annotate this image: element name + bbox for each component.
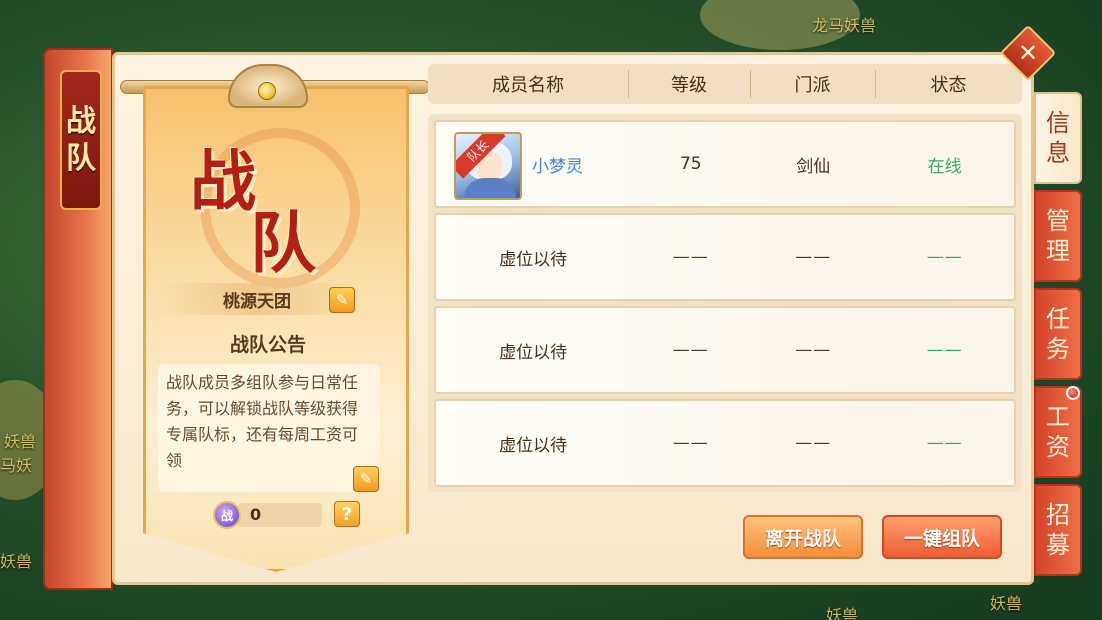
leave-team-button[interactable]: 离开战队 bbox=[743, 515, 863, 559]
tab-tasks-char: 务 bbox=[1046, 335, 1070, 363]
member-level: —— bbox=[672, 433, 709, 453]
banner-title-char: 战 bbox=[190, 142, 256, 220]
bg-monster-label: 马妖 bbox=[0, 456, 33, 475]
member-status: —— bbox=[926, 433, 963, 453]
member-name[interactable]: 小梦灵 bbox=[532, 122, 583, 206]
coin-icon-label: 战 bbox=[220, 508, 233, 523]
edit-team-name-button[interactable]: ✎ bbox=[329, 287, 355, 313]
tab-info[interactable]: 信 息 bbox=[1034, 92, 1082, 184]
edit-notice-button[interactable]: ✎ bbox=[353, 466, 379, 492]
member-table-header: 成员名称 等级 门派 状态 bbox=[428, 64, 1022, 104]
member-level: 75 bbox=[679, 154, 702, 174]
header-level: 等级 bbox=[628, 64, 750, 104]
help-icon: ? bbox=[341, 503, 353, 525]
tab-recruit-char: 招 bbox=[1046, 501, 1070, 529]
tab-salary-char: 工 bbox=[1046, 403, 1070, 431]
tab-manage[interactable]: 管 理 bbox=[1034, 190, 1082, 282]
member-row-empty[interactable]: 虚位以待 —— —— —— bbox=[434, 213, 1016, 301]
team-tab-label: 战 队 bbox=[60, 70, 102, 210]
member-level: —— bbox=[672, 247, 709, 267]
notice-title: 战队公告 bbox=[229, 334, 306, 356]
notification-dot bbox=[1066, 386, 1080, 400]
edit-icon: ✎ bbox=[359, 470, 373, 488]
empty-slot-label: 虚位以待 bbox=[499, 435, 568, 456]
avatar[interactable]: 队长 bbox=[454, 132, 522, 200]
member-school: —— bbox=[795, 247, 832, 267]
member-level: —— bbox=[672, 340, 709, 360]
tab-recruit-char: 募 bbox=[1046, 531, 1070, 559]
member-row[interactable]: 队长 小梦灵 75 剑仙 在线 bbox=[434, 120, 1016, 208]
member-status: —— bbox=[926, 340, 963, 360]
coin-icon: 战 bbox=[213, 501, 241, 529]
notice-text: 战队成员多组队参与日常任务，可以解锁战队等级获得专属队标，还有每周工资可领 bbox=[158, 364, 380, 492]
tab-tasks-char: 任 bbox=[1046, 305, 1070, 333]
member-school: —— bbox=[795, 433, 832, 453]
quick-team-button[interactable]: 一键组队 bbox=[882, 515, 1002, 559]
member-school: 剑仙 bbox=[796, 156, 831, 177]
bg-monster-label: 妖兽 bbox=[826, 606, 859, 620]
member-row-empty[interactable]: 虚位以待 —— —— —— bbox=[434, 306, 1016, 394]
tab-recruit[interactable]: 招 募 bbox=[1034, 484, 1082, 576]
team-tab-char: 战 bbox=[66, 103, 96, 139]
header-status: 状态 bbox=[875, 64, 1022, 104]
member-status: 在线 bbox=[927, 156, 962, 177]
banner-gem bbox=[258, 82, 276, 100]
team-coin-value: 0 bbox=[238, 503, 322, 527]
header-member-name: 成员名称 bbox=[492, 75, 564, 96]
empty-slot-label: 虚位以待 bbox=[499, 249, 568, 270]
bg-monster-label: 妖兽 bbox=[4, 432, 37, 451]
tab-salary-char: 资 bbox=[1046, 433, 1070, 461]
banner-title: 战 队 bbox=[180, 128, 370, 282]
bg-monster-label: 龙马妖兽 bbox=[812, 16, 877, 35]
tab-info-char: 信 bbox=[1046, 109, 1070, 137]
member-row-empty[interactable]: 虚位以待 —— —— —— bbox=[434, 399, 1016, 487]
team-name: 桃源天团 bbox=[157, 283, 357, 315]
bg-monster-label: 妖兽 bbox=[0, 552, 33, 571]
member-list[interactable]: 队长 小梦灵 75 剑仙 在线 虚位以待 —— —— —— 虚位以待 —— ——… bbox=[428, 114, 1022, 492]
tab-tasks[interactable]: 任 务 bbox=[1034, 288, 1082, 380]
bg-monster-label: 妖兽 bbox=[990, 594, 1023, 613]
header-school: 门派 bbox=[750, 64, 875, 104]
close-icon[interactable]: ✕ bbox=[1008, 33, 1048, 73]
tab-info-char: 息 bbox=[1046, 139, 1070, 167]
tab-manage-char: 理 bbox=[1046, 237, 1070, 265]
tab-manage-char: 管 bbox=[1046, 207, 1070, 235]
banner-title-char: 队 bbox=[250, 204, 316, 282]
member-status: —— bbox=[926, 247, 963, 267]
tab-salary[interactable]: 工 资 bbox=[1034, 386, 1082, 478]
help-button[interactable]: ? bbox=[334, 501, 360, 527]
edit-icon: ✎ bbox=[335, 291, 349, 309]
empty-slot-label: 虚位以待 bbox=[499, 342, 568, 363]
member-school: —— bbox=[795, 340, 832, 360]
team-tab-char: 队 bbox=[66, 141, 96, 176]
